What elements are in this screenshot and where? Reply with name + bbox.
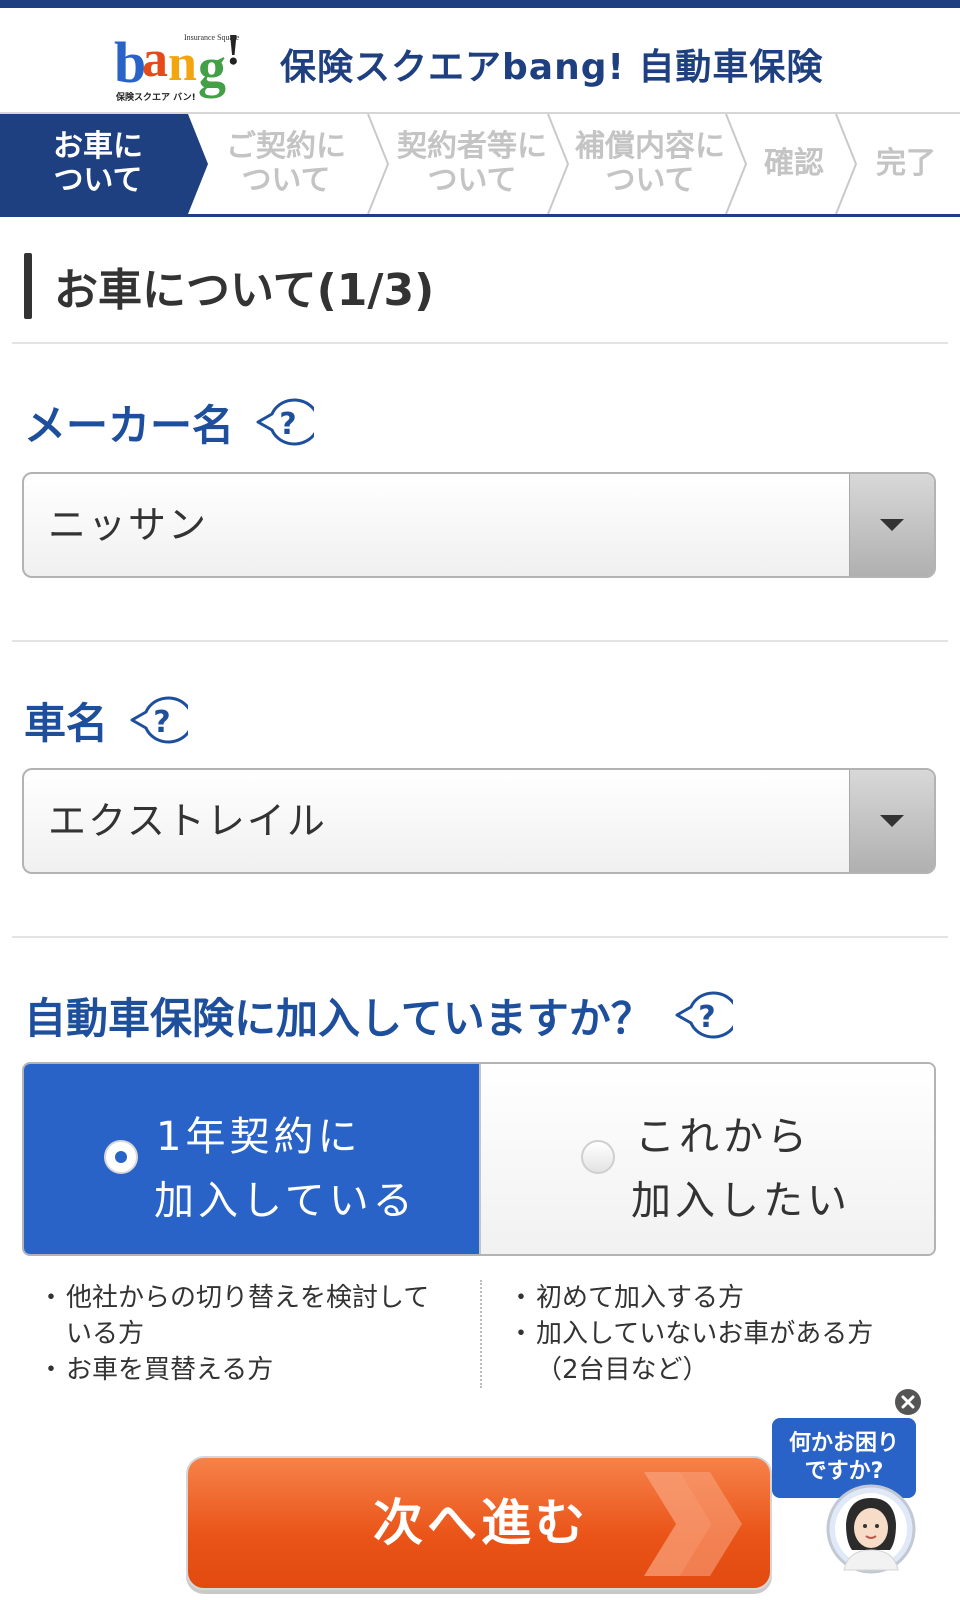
step-complete: 完了 [876, 146, 936, 181]
divider [12, 936, 948, 938]
car-name-field-label: 車名 ? [24, 690, 189, 750]
progress-steps: お車に ついて ご契約に ついて 契約者等に ついて 補償内容に ついて 確認 … [0, 114, 960, 217]
step-confirm: 確認 [764, 146, 824, 181]
svg-text:g: g [198, 37, 226, 99]
header-title: 保険スクエアbang! 自動車保険 [280, 47, 824, 88]
maker-select[interactable]: ニッサン [22, 472, 936, 578]
logo-subtitle-bottom: 保険スクエア バン! [115, 91, 196, 103]
car-name-select-value: エクストレイル [48, 799, 327, 843]
svg-text:?: ? [153, 705, 170, 740]
help-chat-line1: 何かお困り [788, 1431, 899, 1456]
notes-currently-insured: 他社からの切り替えを検討して いる方 お車を買替える方 [38, 1280, 464, 1388]
svg-text:n: n [168, 35, 197, 92]
radio-button-selected[interactable] [104, 1140, 138, 1174]
maker-field-label: メーカー名 ? [24, 392, 315, 452]
car-name-select-arrow[interactable] [849, 770, 934, 872]
question-bubble-icon[interactable]: ? [124, 694, 189, 746]
note-item: 他社からの切り替えを検討して いる方 [38, 1280, 464, 1352]
note-item: 初めて加入する方 [508, 1280, 944, 1316]
radio-option-line1: 1年契約に [156, 1114, 362, 1160]
radio-option-line1: これから [635, 1114, 811, 1160]
divider [12, 342, 948, 344]
page: b a n g ! Insurance Square 保険スクエア バン! 保険… [0, 0, 960, 1600]
question-bubble-icon[interactable]: ? [669, 989, 733, 1041]
insurance-status-field-label: 自動車保険に加入していますか？ ? [24, 984, 733, 1046]
radio-option-new-insurance[interactable]: これから 加入したい [479, 1064, 934, 1254]
dropdown-triangle-icon [880, 815, 904, 827]
section-heading: お車について(1/3) [24, 252, 434, 320]
operator-avatar[interactable] [826, 1484, 916, 1574]
top-accent-bar [0, 0, 960, 8]
radio-option-line2: 加入している [154, 1178, 417, 1224]
maker-select-arrow[interactable] [849, 474, 934, 576]
svg-text:?: ? [698, 1000, 715, 1035]
svg-text:?: ? [279, 407, 296, 442]
insurance-status-label-text: 自動車保険に加入していますか？ [24, 993, 653, 1043]
dropdown-triangle-icon [880, 519, 904, 531]
svg-text:a: a [142, 31, 168, 88]
maker-label-text: メーカー名 [24, 400, 235, 450]
maker-select-value: ニッサン [48, 503, 209, 547]
radio-option-currently-insured[interactable]: 1年契約に 加入している [24, 1064, 479, 1254]
close-circle-icon[interactable] [894, 1388, 922, 1416]
car-name-label-text: 車名 [24, 698, 109, 748]
step-policyholder: 契約者等に ついて [397, 129, 547, 198]
insurance-status-radio-group: 1年契約に 加入している これから 加入したい [22, 1062, 936, 1256]
logo-subtitle-top: Insurance Square [184, 33, 240, 42]
bang-logo[interactable]: b a n g ! Insurance Square 保険スクエア バン! [112, 20, 244, 104]
car-name-select[interactable]: エクストレイル [22, 768, 936, 874]
note-item: お車を買替える方 [38, 1352, 464, 1388]
notes-separator [480, 1280, 482, 1388]
note-item: 加入していないお車がある方 （2台目など） [508, 1316, 944, 1388]
site-header: b a n g ! Insurance Square 保険スクエア バン! 保険… [0, 8, 960, 114]
next-button-label: 次へ進む [373, 1494, 589, 1552]
radio-option-line2: 加入したい [631, 1178, 851, 1224]
step-car: お車に ついて [53, 129, 143, 198]
step-coverage: 補償内容に ついて [575, 129, 725, 198]
divider [12, 640, 948, 642]
radio-button-unselected[interactable] [581, 1140, 615, 1174]
help-chat-line2: ですか? [804, 1459, 884, 1484]
question-bubble-icon[interactable]: ? [250, 396, 315, 448]
next-button[interactable]: 次へ進む [186, 1456, 772, 1590]
section-heading-bar [24, 253, 32, 319]
step-contract: ご契約に ついて [226, 129, 346, 198]
notes-new-insurance: 初めて加入する方 加入していないお車がある方 （2台目など） [508, 1280, 944, 1388]
section-title: お車について(1/3) [54, 265, 435, 316]
